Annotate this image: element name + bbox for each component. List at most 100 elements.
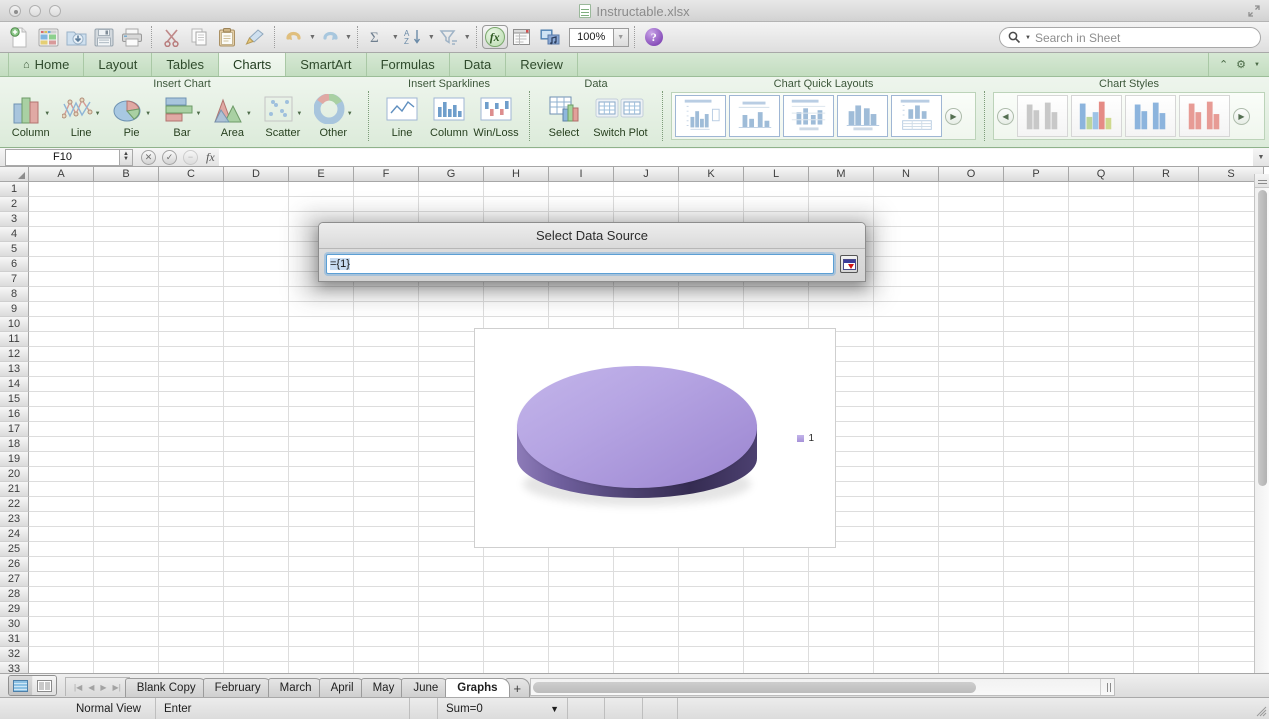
pie-slice-top[interactable] — [517, 366, 757, 488]
cell-B11[interactable] — [94, 332, 159, 347]
range-selector-icon[interactable] — [840, 255, 858, 273]
cell-M1[interactable] — [809, 182, 874, 197]
cell-R23[interactable] — [1134, 512, 1199, 527]
cell-A17[interactable] — [29, 422, 94, 437]
funnel-icon[interactable] — [435, 24, 463, 50]
column-header-g[interactable]: G — [419, 167, 484, 182]
cell-J30[interactable] — [614, 617, 679, 632]
cell-O9[interactable] — [939, 302, 1004, 317]
cell-R21[interactable] — [1134, 482, 1199, 497]
cell-R7[interactable] — [1134, 272, 1199, 287]
cell-B29[interactable] — [94, 602, 159, 617]
row-header-18[interactable]: 18 — [0, 437, 29, 452]
other-chart-caret-icon[interactable]: ▼ — [347, 111, 353, 117]
cell-J2[interactable] — [614, 197, 679, 212]
cell-B31[interactable] — [94, 632, 159, 647]
cell-I30[interactable] — [549, 617, 614, 632]
cell-Q19[interactable] — [1069, 452, 1134, 467]
cell-B19[interactable] — [94, 452, 159, 467]
formula-input[interactable] — [218, 148, 1253, 166]
row-header-5[interactable]: 5 — [0, 242, 29, 257]
cell-A10[interactable] — [29, 317, 94, 332]
cell-J9[interactable] — [614, 302, 679, 317]
row-header-11[interactable]: 11 — [0, 332, 29, 347]
cell-D24[interactable] — [224, 527, 289, 542]
cell-O7[interactable] — [939, 272, 1004, 287]
cell-C22[interactable] — [159, 497, 224, 512]
cell-H29[interactable] — [484, 602, 549, 617]
cell-Q4[interactable] — [1069, 227, 1134, 242]
select-all-corner[interactable] — [0, 167, 29, 182]
cell-F2[interactable] — [354, 197, 419, 212]
row-header-29[interactable]: 29 — [0, 602, 29, 617]
sparkline-column-button[interactable]: Column — [426, 91, 472, 139]
cell-P11[interactable] — [1004, 332, 1069, 347]
cell-O4[interactable] — [939, 227, 1004, 242]
cell-B10[interactable] — [94, 317, 159, 332]
cell-C24[interactable] — [159, 527, 224, 542]
copy-icon[interactable] — [185, 24, 213, 50]
cell-M33[interactable] — [809, 662, 874, 673]
cell-R5[interactable] — [1134, 242, 1199, 257]
insert-other-chart-button[interactable]: ▼ Other — [309, 91, 358, 139]
scatter-chart-caret-icon[interactable]: ▼ — [296, 111, 302, 117]
cell-B7[interactable] — [94, 272, 159, 287]
cell-A9[interactable] — [29, 302, 94, 317]
cell-P29[interactable] — [1004, 602, 1069, 617]
cell-A23[interactable] — [29, 512, 94, 527]
cell-R30[interactable] — [1134, 617, 1199, 632]
cell-P16[interactable] — [1004, 407, 1069, 422]
cell-F28[interactable] — [354, 587, 419, 602]
next-sheet-icon[interactable]: ▶ — [100, 683, 106, 692]
tab-smartart[interactable]: SmartArt — [286, 53, 367, 76]
name-box-stepper[interactable]: ▲ ▼ — [120, 148, 133, 166]
cell-N33[interactable] — [874, 662, 939, 673]
cell-E10[interactable] — [289, 317, 354, 332]
cell-N20[interactable] — [874, 467, 939, 482]
cell-R11[interactable] — [1134, 332, 1199, 347]
cell-P26[interactable] — [1004, 557, 1069, 572]
cell-D32[interactable] — [224, 647, 289, 662]
redo-arrow-icon[interactable] — [316, 24, 344, 50]
cell-O25[interactable] — [939, 542, 1004, 557]
cell-L2[interactable] — [744, 197, 809, 212]
tab-formulas[interactable]: Formulas — [367, 53, 450, 76]
cell-F29[interactable] — [354, 602, 419, 617]
cell-R33[interactable] — [1134, 662, 1199, 673]
cell-B22[interactable] — [94, 497, 159, 512]
bar-chart-caret-icon[interactable]: ▼ — [196, 111, 202, 117]
row-header-26[interactable]: 26 — [0, 557, 29, 572]
cell-K32[interactable] — [679, 647, 744, 662]
cell-H26[interactable] — [484, 557, 549, 572]
cell-A3[interactable] — [29, 212, 94, 227]
cell-Q28[interactable] — [1069, 587, 1134, 602]
cell-P12[interactable] — [1004, 347, 1069, 362]
cell-B12[interactable] — [94, 347, 159, 362]
cell-I9[interactable] — [549, 302, 614, 317]
sheet-tab-graphs[interactable]: Graphs — [445, 678, 510, 697]
cell-D7[interactable] — [224, 272, 289, 287]
search-input[interactable]: ▼ Search in Sheet — [999, 27, 1261, 48]
vertical-scrollbar[interactable] — [1254, 174, 1269, 686]
cell-B16[interactable] — [94, 407, 159, 422]
row-header-1[interactable]: 1 — [0, 182, 29, 197]
cell-P4[interactable] — [1004, 227, 1069, 242]
row-header-14[interactable]: 14 — [0, 377, 29, 392]
cell-L9[interactable] — [744, 302, 809, 317]
cell-P25[interactable] — [1004, 542, 1069, 557]
cell-G9[interactable] — [419, 302, 484, 317]
cell-J27[interactable] — [614, 572, 679, 587]
horizontal-scrollbar[interactable] — [530, 678, 1116, 696]
chart-style-2[interactable] — [1071, 95, 1122, 137]
cell-L26[interactable] — [744, 557, 809, 572]
cell-E17[interactable] — [289, 422, 354, 437]
data-source-input[interactable]: ={1} — [326, 254, 834, 274]
cell-Q1[interactable] — [1069, 182, 1134, 197]
column-header-f[interactable]: F — [354, 167, 419, 182]
table-row[interactable] — [29, 617, 1269, 632]
cell-N24[interactable] — [874, 527, 939, 542]
line-chart-caret-icon[interactable]: ▼ — [95, 111, 101, 117]
cell-A22[interactable] — [29, 497, 94, 512]
cell-R3[interactable] — [1134, 212, 1199, 227]
cell-C20[interactable] — [159, 467, 224, 482]
